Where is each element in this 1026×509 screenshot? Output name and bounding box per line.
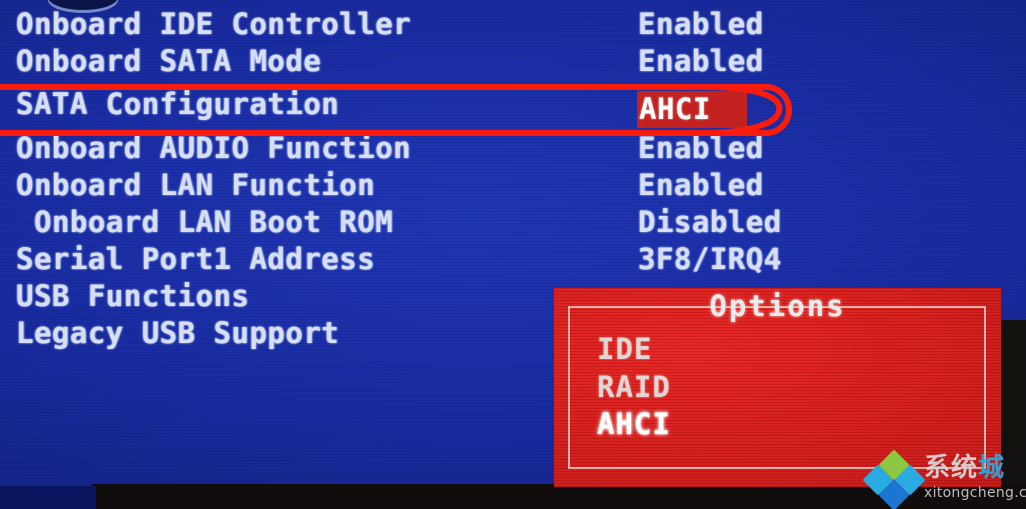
- option-item-ahci[interactable]: AHCI: [597, 406, 671, 442]
- menu-item-label: Serial Port1 Address: [16, 242, 376, 276]
- menu-item-value-selected[interactable]: AHCI: [637, 91, 747, 128]
- menu-item-label: SATA Configuration: [16, 87, 340, 121]
- option-item-ide[interactable]: IDE: [597, 331, 652, 367]
- watermark: 系统城 xitongcheng.com: [862, 449, 1026, 509]
- menu-item-value[interactable]: Enabled: [638, 6, 764, 43]
- menu-item-value[interactable]: Enabled: [638, 167, 764, 204]
- menu-item-label: Onboard IDE Controller: [16, 7, 412, 41]
- menu-item-value[interactable]: Enabled: [638, 43, 764, 80]
- menu-row-onboard-ide-controller[interactable]: Onboard IDE Controller Enabled: [0, 6, 1026, 43]
- menu-row-onboard-sata-mode[interactable]: Onboard SATA Mode Enabled: [0, 43, 1026, 80]
- option-item-raid[interactable]: RAID: [597, 369, 671, 405]
- menu-item-label: Onboard AUDIO Function: [16, 131, 412, 165]
- menu-row-serial-port1-address[interactable]: Serial Port1 Address 3F8/IRQ4: [0, 241, 1026, 278]
- menu-item-label: USB Functions: [16, 279, 250, 313]
- options-popup-title: Options: [709, 289, 846, 323]
- menu-item-label: Onboard LAN Boot ROM: [34, 205, 394, 239]
- menu-item-label: Onboard SATA Mode: [16, 44, 322, 78]
- watermark-brand-name: 系统城: [924, 453, 1005, 483]
- menu-item-label: Onboard LAN Function: [16, 168, 376, 202]
- watermark-url: xitongcheng.com: [924, 485, 1026, 501]
- watermark-brand-part2: 城: [978, 453, 1006, 483]
- menu-row-sata-configuration[interactable]: SATA Configuration AHCI: [0, 86, 1026, 128]
- screen-bottom-left-edge: [0, 486, 96, 509]
- watermark-brand-part1: 系统: [924, 453, 979, 483]
- menu-row-onboard-lan-boot-rom[interactable]: Onboard LAN Boot ROM Disabled: [0, 204, 1026, 241]
- watermark-logo-icon: [862, 449, 926, 509]
- bios-setup-screen: Onboard IDE Controller Enabled Onboard S…: [0, 0, 1026, 509]
- menu-item-value[interactable]: Enabled: [638, 130, 764, 167]
- menu-item-value[interactable]: 3F8/IRQ4: [638, 241, 782, 278]
- menu-item-value[interactable]: Disabled: [638, 204, 782, 241]
- menu-row-onboard-lan-function[interactable]: Onboard LAN Function Enabled: [0, 167, 1026, 204]
- menu-item-label: Legacy USB Support: [16, 316, 340, 350]
- menu-row-onboard-audio-function[interactable]: Onboard AUDIO Function Enabled: [0, 130, 1026, 167]
